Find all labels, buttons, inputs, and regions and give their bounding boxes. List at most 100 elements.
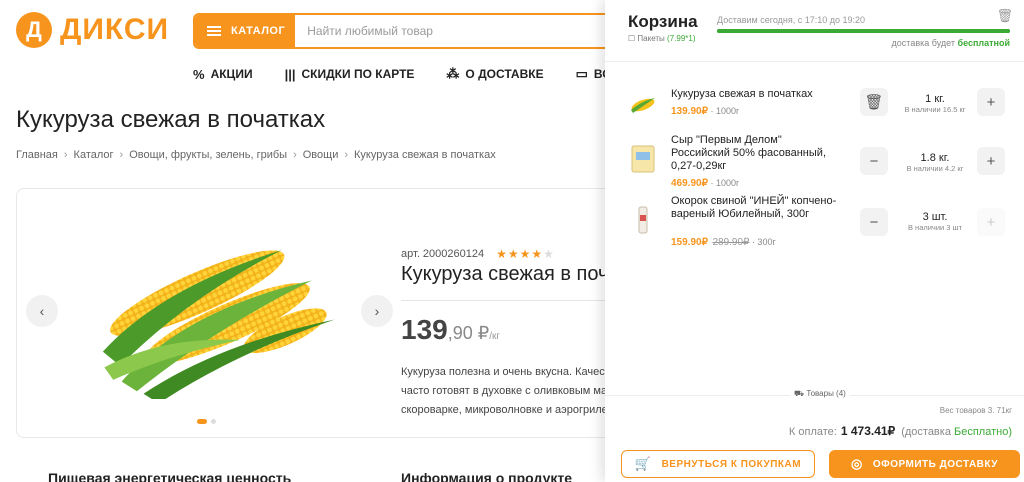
description-line: часто готовят в духовке с оливковым масл… bbox=[401, 385, 605, 397]
item-name[interactable]: Кукуруза свежая в початках bbox=[671, 88, 841, 101]
cart-panel: Корзина ☐ Пакеты (7.99*1) Доставим сегод… bbox=[605, 0, 1024, 482]
logo[interactable]: Д ДИКСИ bbox=[16, 12, 169, 48]
rating-stars: ★★★★★ bbox=[496, 247, 555, 261]
nav-promotions[interactable]: % АКЦИИ bbox=[193, 66, 253, 82]
item-thumbnail bbox=[638, 206, 648, 234]
chevron-left-icon: ‹ bbox=[39, 303, 45, 319]
item-price: 159.90₽ 289.90₽ · 300г bbox=[671, 237, 776, 248]
item-quantity: 1.8 кг. В наличии 4.2 кг bbox=[895, 152, 975, 174]
cart-title: Корзина bbox=[628, 12, 698, 31]
goods-count: ⛟ Товары (4) bbox=[790, 389, 850, 399]
checkout-button[interactable]: ◎ ОФОРМИТЬ ДОСТАВКУ bbox=[829, 450, 1020, 478]
quantity-value: 3 шт. bbox=[922, 211, 948, 223]
item-current-price: 139.90₽ bbox=[671, 106, 708, 117]
delivery-icon: ⁂ bbox=[446, 66, 460, 81]
cart-footer: ⛟ Товары (4) Вес товаров 3. 71кг К оплат… bbox=[605, 389, 1024, 478]
search-bar: КАТАЛОГ bbox=[193, 13, 633, 49]
breadcrumb-catalog[interactable]: Каталог bbox=[74, 149, 114, 161]
decrease-quantity-button[interactable]: − bbox=[860, 147, 888, 175]
breadcrumb: Главная › Каталог › Овощи, фрукты, зелень,… bbox=[16, 149, 496, 161]
item-thumbnail bbox=[631, 98, 655, 113]
total-sum: 1 473.41₽ bbox=[840, 424, 896, 438]
search-input[interactable] bbox=[295, 15, 631, 47]
price-integer: 139 bbox=[401, 314, 448, 345]
breadcrumb-current: Кукуруза свежая в початках bbox=[354, 149, 496, 161]
plus-icon: + bbox=[986, 93, 996, 111]
gallery-dot[interactable] bbox=[211, 419, 216, 424]
minus-icon: − bbox=[869, 152, 879, 170]
gallery-dot-active[interactable] bbox=[197, 419, 207, 424]
gallery-prev-button[interactable]: ‹ bbox=[26, 295, 58, 327]
delivery-progress-fill bbox=[717, 29, 1010, 33]
coins-icon: ◎ bbox=[851, 456, 863, 471]
price-fraction: ,90 ₽ bbox=[447, 323, 490, 343]
delivery-progress bbox=[717, 29, 1010, 33]
item-quantity: 1 кг. В наличии 16.5 кг bbox=[895, 93, 975, 115]
item-current-price: 469.90₽ bbox=[671, 178, 708, 189]
nav-label: О ДОСТАВКЕ bbox=[465, 67, 544, 81]
breadcrumb-subcategory[interactable]: Овощи bbox=[303, 149, 339, 161]
stock-info: В наличии 3 шт bbox=[907, 223, 963, 232]
main-nav: % АКЦИИ ||| СКИДКИ ПО КАРТЕ ⁂ О ДОСТАВКЕ… bbox=[193, 66, 644, 82]
item-name[interactable]: Сыр "Первым Делом" Российский 50% фасова… bbox=[671, 134, 841, 173]
remove-item-button[interactable]: 🗑 bbox=[860, 88, 888, 116]
nav-delivery[interactable]: ⁂ О ДОСТАВКЕ bbox=[446, 66, 543, 82]
increase-quantity-button[interactable]: + bbox=[977, 208, 1005, 236]
chevron-right-icon: › bbox=[293, 149, 297, 161]
logo-text: ДИКСИ bbox=[60, 13, 170, 46]
item-current-price: 159.90₽ bbox=[671, 237, 708, 248]
minus-icon: − bbox=[869, 213, 879, 231]
chat-icon: ▭ bbox=[575, 66, 588, 81]
plus-icon: + bbox=[986, 152, 996, 170]
clear-cart-icon[interactable]: 🗑 bbox=[996, 8, 1013, 24]
chevron-right-icon: › bbox=[374, 303, 380, 319]
back-label: ВЕРНУТЬСЯ К ПОКУПКАМ bbox=[661, 458, 802, 470]
product-description: Кукуруза полезна и очень вкусна. Качеств… bbox=[401, 363, 605, 420]
quantity-value: 1.8 кг. bbox=[920, 152, 950, 164]
bags-label: Пакеты bbox=[637, 34, 665, 43]
total-label: К оплате: bbox=[788, 426, 837, 438]
free-delivery-note: доставка будет бесплатной bbox=[892, 38, 1010, 48]
total-to-pay: К оплате: 1 473.41₽ (доставка Бесплатно) bbox=[789, 424, 1012, 438]
increase-quantity-button[interactable]: + bbox=[977, 88, 1005, 116]
item-name[interactable]: Окорок свиной "ИНЕЙ" копчено-вареный Юби… bbox=[671, 195, 841, 221]
item-weight: · 300г bbox=[751, 237, 776, 247]
product-article: арт. 2000260124 ★★★★★ bbox=[401, 247, 555, 261]
trash-icon: 🗑 bbox=[864, 94, 884, 111]
order-label: ОФОРМИТЬ ДОСТАВКУ bbox=[872, 458, 998, 470]
gallery-next-button[interactable]: › bbox=[361, 295, 393, 327]
description-line: Кукуруза полезна и очень вкусна. Качеств… bbox=[401, 366, 605, 378]
plus-icon: + bbox=[986, 213, 996, 231]
article-number: арт. 2000260124 bbox=[401, 248, 485, 260]
item-price: 469.90₽ · 1000г bbox=[671, 178, 739, 189]
chevron-right-icon: › bbox=[119, 149, 124, 161]
item-old-price: 289.90₽ bbox=[712, 237, 750, 248]
back-to-shopping-button[interactable]: 🛒 ВЕРНУТЬСЯ К ПОКУПКАМ bbox=[621, 450, 815, 478]
page-title: Кукуруза свежая в початках bbox=[16, 106, 326, 133]
logo-icon: Д bbox=[16, 12, 52, 48]
stock-info: В наличии 4.2 кг bbox=[906, 164, 964, 173]
product-image bbox=[102, 249, 335, 399]
cart-header: Корзина ☐ Пакеты (7.99*1) Доставим сегод… bbox=[605, 0, 1024, 62]
cart-icon: ⛟ bbox=[794, 389, 805, 398]
nav-label: АКЦИИ bbox=[210, 67, 253, 81]
product-name: Кукуруза свежая в початках bbox=[401, 263, 605, 285]
total-weight: Вес товаров 3. 71кг bbox=[939, 406, 1012, 415]
free-delivery-prefix: доставка будет bbox=[891, 38, 955, 48]
menu-icon bbox=[207, 26, 221, 36]
gallery-dots bbox=[197, 419, 220, 424]
nav-label: СКИДКИ ПО КАРТЕ bbox=[301, 67, 415, 81]
catalog-button[interactable]: КАТАЛОГ bbox=[195, 15, 296, 47]
nav-card-discounts[interactable]: ||| СКИДКИ ПО КАРТЕ bbox=[285, 66, 415, 82]
divider bbox=[401, 300, 605, 301]
cart-icon: 🛒 bbox=[634, 456, 652, 471]
decrease-quantity-button[interactable]: − bbox=[860, 208, 888, 236]
item-price: 139.90₽ · 1000г bbox=[671, 106, 739, 117]
barcode-icon: ||| bbox=[284, 66, 296, 82]
item-weight: · 1000г bbox=[710, 178, 740, 188]
increase-quantity-button[interactable]: + bbox=[977, 147, 1005, 175]
bags-info: ☐ Пакеты (7.99*1) bbox=[628, 34, 696, 43]
stock-info: В наличии 16.5 кг bbox=[904, 105, 966, 114]
breadcrumb-home[interactable]: Главная bbox=[16, 149, 58, 161]
breadcrumb-category[interactable]: Овощи, фрукты, зелень, грибы bbox=[129, 149, 287, 161]
